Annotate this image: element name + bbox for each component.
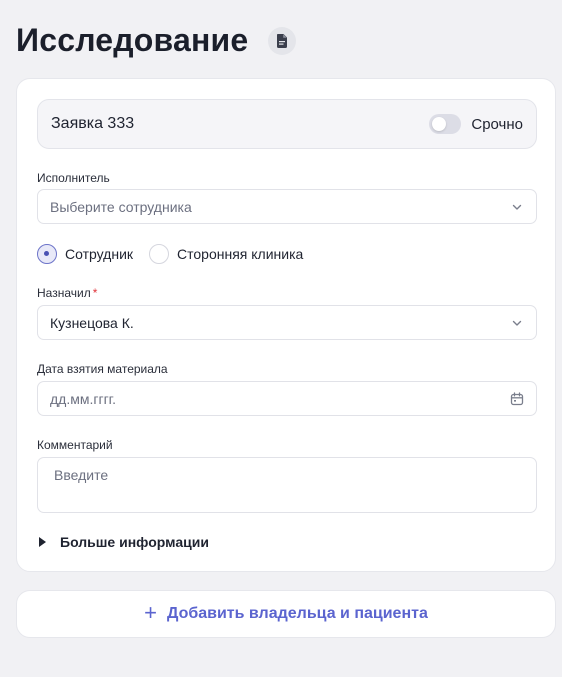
plus-icon: + xyxy=(144,600,157,625)
sample-date-input[interactable]: дд.мм.гггг. xyxy=(37,381,537,416)
radio-employee[interactable]: Сотрудник xyxy=(37,244,133,264)
request-title: Заявка 333 xyxy=(51,115,135,132)
study-form-card: Заявка 333 Срочно Исполнитель Выберите с… xyxy=(16,78,556,572)
executor-select[interactable]: Выберите сотрудника xyxy=(37,189,537,224)
urgent-label: Срочно xyxy=(471,115,523,133)
sample-date-label: Дата взятия материала xyxy=(37,362,168,376)
header: Исследование xyxy=(16,22,297,59)
add-owner-patient-button[interactable]: + Добавить владельца и пациента xyxy=(16,590,556,638)
executor-placeholder: Выберите сотрудника xyxy=(50,198,192,215)
comment-label: Комментарий xyxy=(37,438,113,452)
radio-external-clinic-label: Сторонняя клиника xyxy=(177,246,304,262)
assigned-label-text: Назначил xyxy=(37,286,91,300)
chevron-down-icon xyxy=(512,320,522,326)
sample-date-label-text: Дата взятия материала xyxy=(37,362,168,376)
add-owner-patient-label: Добавить владельца и пациента xyxy=(166,605,428,622)
page: Исследование Заявка 333 Срочно Исполните… xyxy=(0,0,562,677)
comment-label-text: Комментарий xyxy=(37,438,113,452)
request-header: Заявка 333 Срочно xyxy=(37,99,537,149)
assigned-value: Кузнецова К. xyxy=(50,314,134,331)
radio-external-clinic-circle[interactable] xyxy=(149,244,170,264)
caret-right-icon xyxy=(39,537,46,547)
toggle-knob xyxy=(432,117,447,131)
sample-date-placeholder: дд.мм.гггг. xyxy=(50,390,116,407)
page-title: Исследование xyxy=(16,22,249,58)
comment-placeholder: Введите xyxy=(54,467,109,483)
required-mark: * xyxy=(92,286,98,300)
radio-external-clinic[interactable]: Сторонняя клиника xyxy=(149,244,303,264)
executor-label: Исполнитель xyxy=(37,171,110,185)
document-button[interactable] xyxy=(268,26,297,55)
more-info-label: Больше информации xyxy=(60,534,209,550)
urgent-control: Срочно xyxy=(429,114,523,134)
assigned-label: Назначил * xyxy=(37,286,97,300)
document-icon xyxy=(277,33,288,48)
assigned-select[interactable]: Кузнецова К. xyxy=(37,305,537,340)
chevron-down-icon xyxy=(512,204,522,210)
calendar-icon[interactable] xyxy=(510,391,524,406)
comment-textarea[interactable]: Введите xyxy=(37,457,537,513)
source-radio-group: Сотрудник Сторонняя клиника xyxy=(37,244,319,264)
radio-employee-circle[interactable] xyxy=(37,244,57,264)
executor-label-text: Исполнитель xyxy=(37,171,110,185)
radio-employee-label: Сотрудник xyxy=(65,246,134,262)
urgent-toggle[interactable] xyxy=(429,114,462,134)
more-info-toggle[interactable]: Больше информации xyxy=(39,534,209,550)
